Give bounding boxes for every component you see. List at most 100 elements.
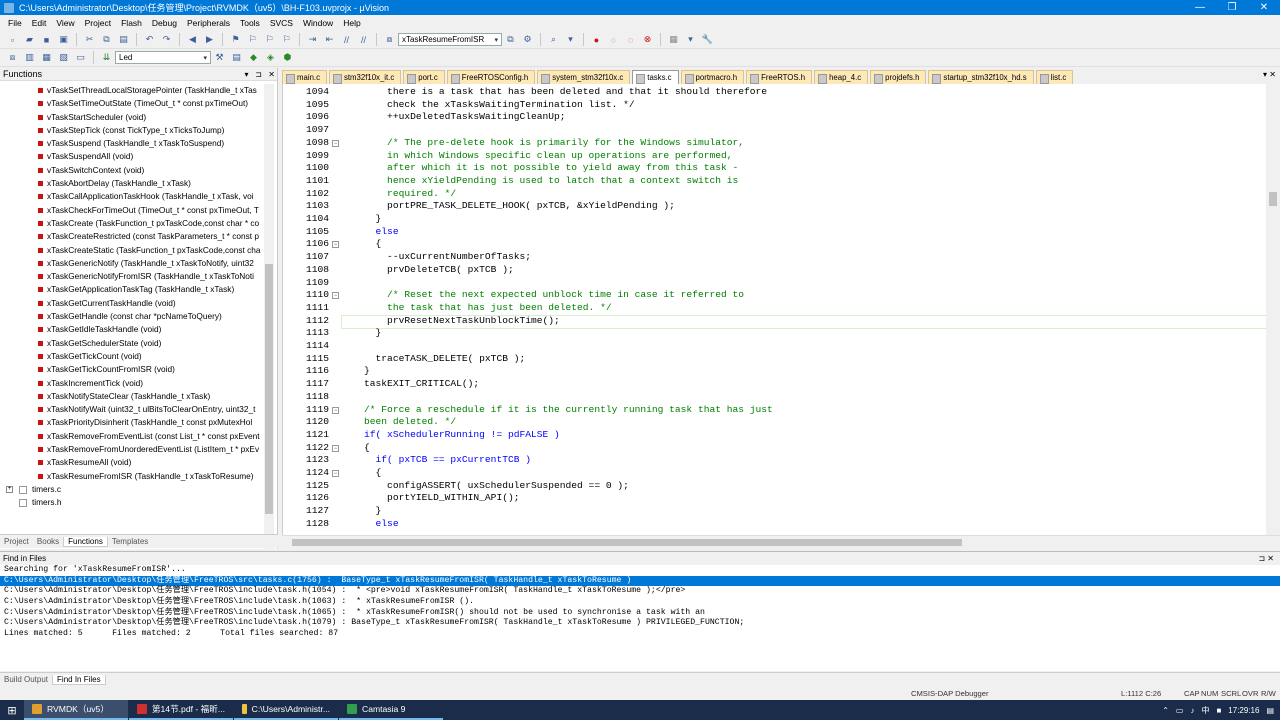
close-icon[interactable]: ⊐ ✕ <box>1258 554 1280 563</box>
code-line[interactable]: 1113 } <box>283 327 1266 340</box>
function-item[interactable]: xTaskCreateRestricted (const TaskParamet… <box>0 230 262 243</box>
code-line[interactable]: 1117 taskEXIT_CRITICAL(); <box>283 378 1266 391</box>
code-line[interactable]: 1101 hence xYieldPending is used to latc… <box>283 175 1266 188</box>
close-button[interactable]: ✕ <box>1248 2 1280 13</box>
tab-books[interactable]: Books <box>33 537 63 546</box>
function-item[interactable]: xTaskCallApplicationTaskHook (TaskHandle… <box>0 190 262 203</box>
function-item[interactable]: xTaskRemoveFromUnorderedEventList (ListI… <box>0 443 262 456</box>
code-line[interactable]: 1116 } <box>283 365 1266 378</box>
fold-icon[interactable]: − <box>332 139 339 147</box>
code-line[interactable]: 1110− /* Reset the next expected unblock… <box>283 289 1266 302</box>
clear-bookmarks-icon[interactable]: ⚐ <box>280 33 293 46</box>
function-item[interactable]: vTaskSetTimeOutState (TimeOut_t * const … <box>0 97 262 110</box>
code-line[interactable]: 1123 if( pxTCB == pxCurrentTCB ) <box>283 454 1266 467</box>
disable-breakpoint-icon[interactable]: ○ <box>607 33 620 46</box>
menu-flash[interactable]: Flash <box>116 18 147 28</box>
scrollbar-thumb[interactable] <box>1269 192 1277 206</box>
find-combo[interactable]: xTaskResumeFromISR ▾ <box>398 33 502 46</box>
menu-view[interactable]: View <box>51 18 79 28</box>
function-item[interactable]: xTaskNotifyWait (uint32_t ulBitsToClearO… <box>0 403 262 416</box>
editor-tab[interactable]: FreeRTOS.h <box>746 70 813 84</box>
indent-icon[interactable]: ⇥ <box>306 33 319 46</box>
function-item[interactable]: vTaskSetThreadLocalStoragePointer (TaskH… <box>0 84 262 97</box>
save-all-icon[interactable]: ▣ <box>57 33 70 46</box>
code-line[interactable]: 1115 traceTASK_DELETE( pxTCB ); <box>283 353 1266 366</box>
code-line[interactable]: 1097 <box>283 124 1266 137</box>
target-combo[interactable]: Led ▾ <box>115 51 211 64</box>
bookmark-icon[interactable]: ⚑ <box>229 33 242 46</box>
editor-tab[interactable]: stm32f10x_it.c <box>328 70 402 84</box>
function-item[interactable]: xTaskGenericNotify (TaskHandle_t xTaskTo… <box>0 257 262 270</box>
function-item[interactable]: xTaskCreate (TaskFunction_t pxTaskCode,c… <box>0 217 262 230</box>
code-line[interactable]: 1118 <box>283 391 1266 404</box>
navigate-back-icon[interactable]: ◀ <box>186 33 199 46</box>
function-item[interactable]: xTaskCheckForTimeOut (TimeOut_t * const … <box>0 204 262 217</box>
paste-icon[interactable]: ▤ <box>117 33 130 46</box>
configure-icon[interactable]: 🔧 <box>701 33 714 46</box>
code-line[interactable]: 1103 portPRE_TASK_DELETE_HOOK( pxTCB, &x… <box>283 200 1266 213</box>
copy-icon[interactable]: ⧉ <box>100 33 113 46</box>
navigate-forward-icon[interactable]: ▶ <box>203 33 216 46</box>
code-line[interactable]: 1119− /* Force a reschedule if it is the… <box>283 404 1266 417</box>
tab-build-output[interactable]: Build Output <box>0 675 52 684</box>
breakpoint-icon[interactable]: ● <box>590 33 603 46</box>
network-icon[interactable]: ▭ <box>1176 706 1184 715</box>
pin-icon[interactable]: ▾ <box>243 70 251 79</box>
find-result-line-selected[interactable]: C:\Users\Administrator\Desktop\任务管理\Free… <box>0 575 1280 587</box>
code-line[interactable]: 1120 been deleted. */ <box>283 416 1266 429</box>
clock[interactable]: 17:29:16 <box>1228 706 1259 715</box>
function-item[interactable]: vTaskSuspend (TaskHandle_t xTaskToSuspen… <box>0 137 262 150</box>
fold-icon[interactable]: − <box>332 470 339 477</box>
code-line[interactable]: 1124− { <box>283 467 1266 480</box>
function-item[interactable]: xTaskResumeAll (void) <box>0 456 262 469</box>
find-in-files-icon[interactable]: ⧉ <box>504 33 517 46</box>
function-item[interactable]: xTaskGenericNotifyFromISR (TaskHandle_t … <box>0 270 262 283</box>
window-layout-icon[interactable]: ▦ <box>667 33 680 46</box>
new-file-icon[interactable]: ▫ <box>6 33 19 46</box>
close-icon[interactable]: ✕ <box>266 70 277 79</box>
code-line[interactable]: 1102 required. */ <box>283 188 1266 201</box>
functions-vertical-scrollbar[interactable] <box>264 84 274 584</box>
function-item[interactable]: xTaskGetTickCount (void) <box>0 350 262 363</box>
editor-tab[interactable]: startup_stm32f10x_hd.s <box>928 70 1034 84</box>
menu-window[interactable]: Window <box>298 18 338 28</box>
find-result-line[interactable]: C:\Users\Administrator\Desktop\任务管理\Free… <box>0 597 1280 608</box>
function-item[interactable]: vTaskStartScheduler (void) <box>0 111 262 124</box>
menu-debug[interactable]: Debug <box>147 18 182 28</box>
fold-icon[interactable]: − <box>332 241 339 249</box>
function-item[interactable]: vTaskSuspendAll (void) <box>0 150 262 163</box>
unindent-icon[interactable]: ⇤ <box>323 33 336 46</box>
code-line[interactable]: 1125 configASSERT( uxSchedulerSuspended … <box>283 480 1266 493</box>
windows-start-icon[interactable]: ⊞ <box>0 700 24 720</box>
tab-find-in-files[interactable]: Find In Files <box>52 674 106 685</box>
file-item-timers-h[interactable]: timers.h <box>0 496 262 509</box>
taskbar-item-pdf[interactable]: 第14节.pdf - 福昕... <box>129 700 233 720</box>
code-line[interactable]: 1114 <box>283 340 1266 353</box>
file-extensions-icon[interactable]: ▤ <box>230 51 243 64</box>
code-line[interactable]: 1100 after which it is not possible to y… <box>283 162 1266 175</box>
code-line[interactable]: 1128 else <box>283 518 1266 531</box>
taskbar-item-rvmdk[interactable]: RVMDK（uv5） <box>24 700 128 720</box>
editor-tab[interactable]: list.c <box>1035 70 1074 84</box>
code-line[interactable]: 1094 there is a task that has been delet… <box>283 86 1266 99</box>
incremental-find-icon[interactable]: ⚙ <box>521 33 534 46</box>
find-result-line[interactable]: C:\Users\Administrator\Desktop\任务管理\Free… <box>0 618 1280 629</box>
uncomment-icon[interactable]: // <box>357 33 370 46</box>
menu-edit[interactable]: Edit <box>27 18 52 28</box>
tray-up-icon[interactable]: ⌃ <box>1162 706 1169 715</box>
file-item-timers-c[interactable]: + timers.c <box>0 483 262 496</box>
notification-icon[interactable]: ▤ <box>1266 706 1274 715</box>
translate-icon[interactable]: ⧈ <box>6 51 19 64</box>
function-item[interactable]: xTaskGetIdleTaskHandle (void) <box>0 323 262 336</box>
tab-project[interactable]: Project <box>0 537 33 546</box>
function-item[interactable]: xTaskGetTickCountFromISR (void) <box>0 363 262 376</box>
menu-project[interactable]: Project <box>80 18 116 28</box>
build-icon[interactable]: ▥ <box>23 51 36 64</box>
stop-build-icon[interactable]: ▭ <box>74 51 87 64</box>
menu-tools[interactable]: Tools <box>235 18 265 28</box>
scrollbar-thumb[interactable] <box>265 264 273 514</box>
select-packs-icon[interactable]: ◈ <box>264 51 277 64</box>
undo-icon[interactable]: ↶ <box>143 33 156 46</box>
code-line[interactable]: 1111 the task that has just been deleted… <box>283 302 1266 315</box>
code-line[interactable]: 1107 --uxCurrentNumberOfTasks; <box>283 251 1266 264</box>
